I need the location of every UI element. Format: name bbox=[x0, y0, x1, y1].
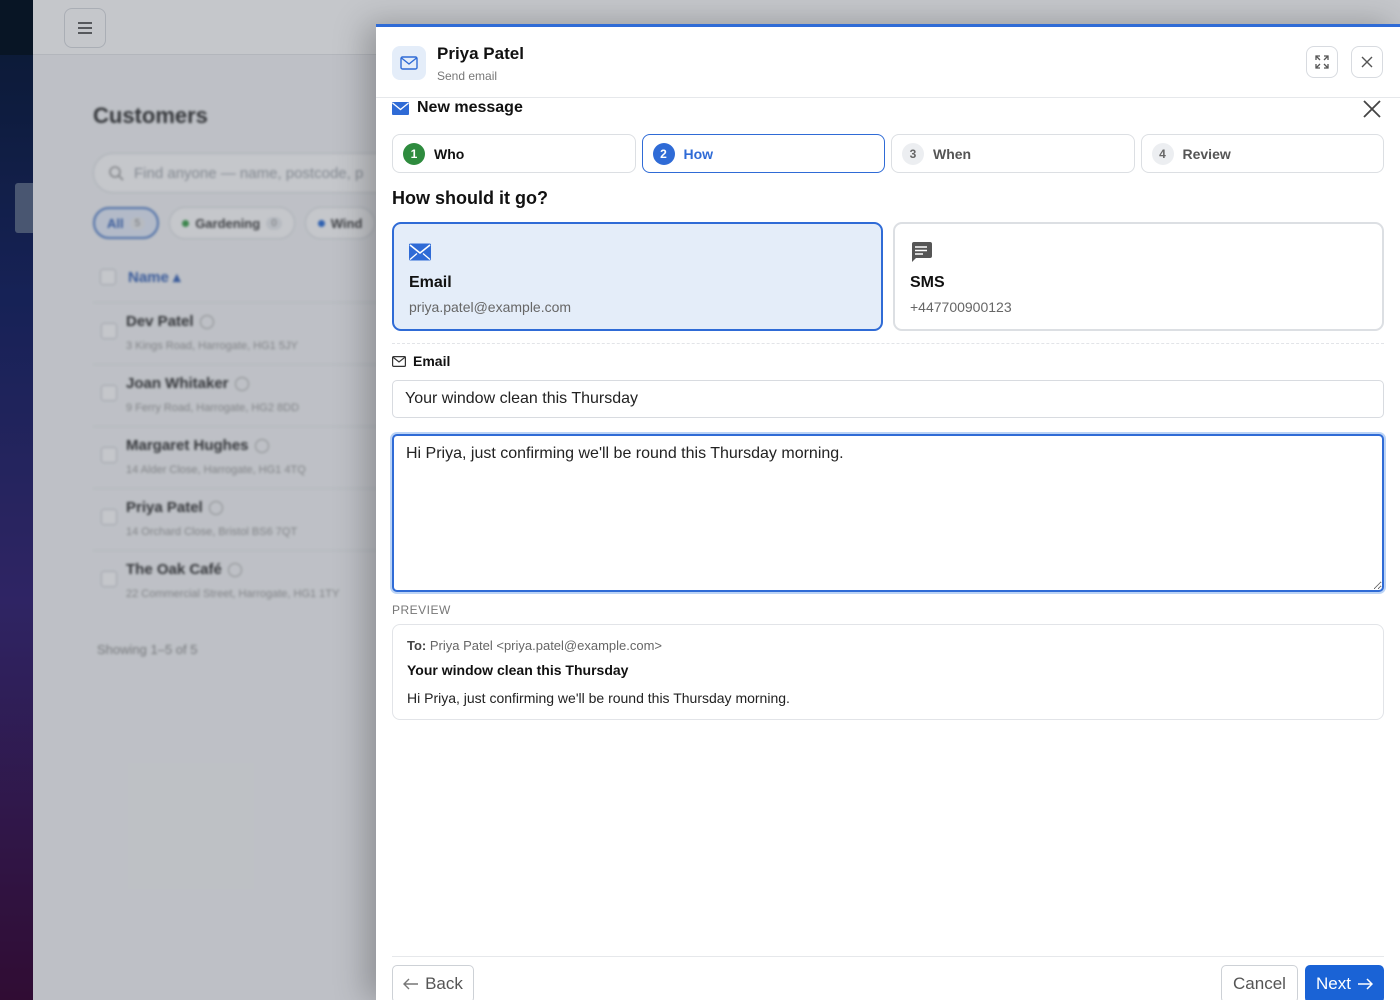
close-panel-button[interactable] bbox=[1351, 46, 1383, 78]
close-message-button[interactable] bbox=[1361, 98, 1383, 120]
step-who[interactable]: 1 Who bbox=[392, 134, 636, 173]
envelope-outline-icon bbox=[392, 355, 406, 367]
message-title: New message bbox=[417, 99, 523, 116]
preview-heading: PREVIEW bbox=[392, 603, 451, 617]
email-field-label: Email bbox=[392, 353, 450, 369]
channel-label: SMS bbox=[910, 274, 945, 291]
back-button[interactable]: Back bbox=[392, 965, 474, 1000]
close-icon bbox=[1363, 100, 1381, 118]
subject-input[interactable] bbox=[392, 380, 1384, 418]
wizard-steps: 1 Who 2 How 3 When 4 Review bbox=[392, 134, 1384, 173]
channel-label: Email bbox=[409, 274, 452, 291]
section-divider bbox=[392, 343, 1384, 344]
envelope-icon bbox=[392, 46, 426, 80]
message-title-row: New message bbox=[392, 97, 523, 119]
step-number: 3 bbox=[902, 142, 924, 165]
arrow-left-icon bbox=[403, 978, 419, 990]
expand-button[interactable] bbox=[1306, 46, 1338, 78]
step-label: Who bbox=[434, 145, 465, 162]
channel-option-email[interactable]: Email priya.patel@example.com bbox=[392, 222, 883, 331]
panel-header: Priya Patel Send email bbox=[376, 27, 1400, 98]
field-label: Email bbox=[413, 353, 451, 369]
preview-recipient: To: Priya Patel <priya.patel@example.com… bbox=[407, 638, 663, 653]
step-when[interactable]: 3 When bbox=[891, 134, 1135, 173]
step-number: 4 bbox=[1151, 142, 1174, 165]
expand-icon bbox=[1315, 55, 1329, 69]
step-label: Review bbox=[1182, 145, 1231, 162]
cancel-button-label: Cancel bbox=[1233, 974, 1286, 993]
panel-subtitle: Send email bbox=[437, 69, 498, 83]
section-question: How should it go? bbox=[392, 188, 548, 208]
modal-backdrop-side bbox=[0, 0, 33, 1000]
step-number: 1 bbox=[403, 142, 425, 165]
step-label: How bbox=[683, 145, 714, 162]
preview-body: Hi Priya, just confirming we'll be round… bbox=[407, 690, 790, 706]
channel-address: priya.patel@example.com bbox=[409, 299, 572, 315]
preview-subject: Your window clean this Thursday bbox=[407, 662, 629, 678]
close-icon bbox=[1361, 56, 1373, 68]
contact-name: Priya Patel bbox=[437, 44, 524, 63]
envelope-icon bbox=[409, 243, 431, 261]
channel-phone: +447700900123 bbox=[910, 299, 1012, 315]
arrow-right-icon bbox=[1357, 978, 1373, 990]
message-body-input[interactable]: Hi Priya, just confirming we'll be round… bbox=[392, 434, 1384, 592]
cancel-button[interactable]: Cancel bbox=[1221, 965, 1298, 1000]
step-label: When bbox=[933, 145, 972, 162]
chat-bubble-icon bbox=[912, 242, 932, 262]
next-button[interactable]: Next bbox=[1305, 965, 1384, 1000]
send-message-panel: Priya Patel Send email New message 1 Who… bbox=[376, 24, 1400, 1000]
footer-divider bbox=[392, 956, 1384, 957]
channel-option-sms[interactable]: SMS +447700900123 bbox=[893, 222, 1384, 331]
step-review[interactable]: 4 Review bbox=[1140, 134, 1384, 173]
envelope-filled-icon bbox=[392, 101, 409, 115]
message-preview: To: Priya Patel <priya.patel@example.com… bbox=[392, 624, 1384, 720]
back-button-label: Back bbox=[425, 974, 463, 993]
step-how[interactable]: 2 How bbox=[641, 134, 885, 173]
next-button-label: Next bbox=[1316, 974, 1351, 993]
step-number: 2 bbox=[652, 142, 675, 165]
